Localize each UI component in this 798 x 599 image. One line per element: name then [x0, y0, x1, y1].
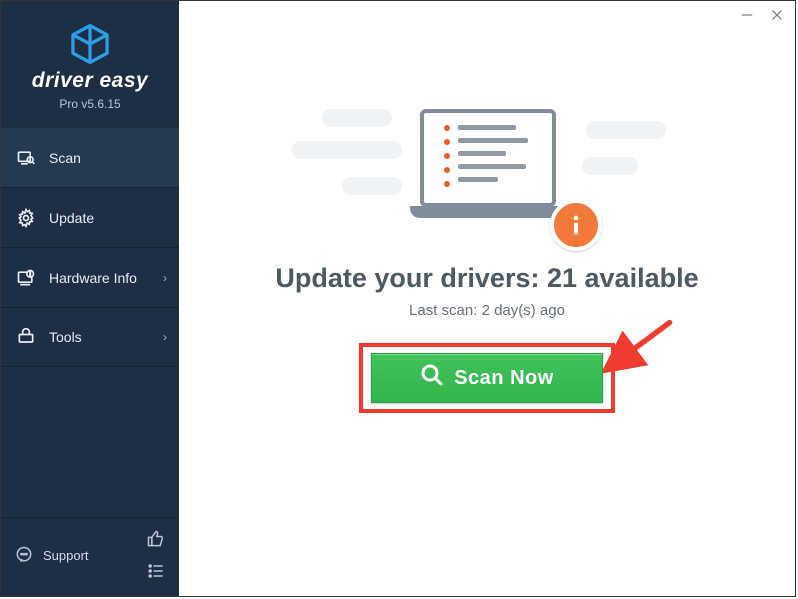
scan-now-button[interactable]: Scan Now [371, 353, 603, 403]
headline-prefix: Update your drivers: [275, 263, 547, 293]
brand-version: Pro v5.6.15 [59, 97, 120, 111]
tools-icon [15, 326, 37, 348]
annotation-arrow-icon [603, 317, 675, 375]
available-count: 21 [547, 263, 577, 293]
app-window: driver easy Pro v5.6.15 Scan [0, 0, 796, 597]
titlebar-controls [739, 7, 785, 23]
chevron-right-icon: › [163, 330, 167, 344]
headline-suffix: available [577, 263, 699, 293]
sidebar-item-label: Hardware Info [49, 270, 137, 286]
update-icon [15, 207, 37, 229]
sidebar: driver easy Pro v5.6.15 Scan [1, 1, 179, 596]
svg-text:i: i [30, 271, 31, 277]
brand-name: driver easy [32, 69, 148, 93]
sidebar-item-hardware-info[interactable]: i Hardware Info › [1, 247, 179, 307]
scan-highlight-box: Scan Now [359, 343, 615, 413]
thumbs-up-icon[interactable] [145, 528, 167, 550]
support-label[interactable]: Support [43, 548, 89, 563]
chevron-right-icon: › [163, 271, 167, 285]
last-scan-value: 2 day(s) ago [482, 302, 565, 319]
scan-icon [15, 147, 37, 169]
last-scan-text: Last scan: 2 day(s) ago [409, 302, 565, 319]
brand-logo-icon [69, 23, 111, 65]
sidebar-item-update[interactable]: Update [1, 187, 179, 247]
minimize-button[interactable] [739, 7, 755, 23]
main-panel: Update your drivers: 21 available Last s… [179, 1, 795, 596]
scan-now-label: Scan Now [454, 367, 554, 390]
sidebar-item-tools[interactable]: Tools › [1, 307, 179, 367]
sidebar-item-label: Scan [49, 150, 81, 166]
brand-block: driver easy Pro v5.6.15 [1, 1, 179, 127]
laptop-illustration [382, 101, 592, 241]
hardware-info-icon: i [15, 267, 37, 289]
sidebar-item-label: Update [49, 210, 94, 226]
sidebar-nav: Scan Update i Hardware [1, 127, 179, 367]
magnifier-icon [420, 363, 444, 393]
info-badge-icon [550, 199, 602, 251]
last-scan-prefix: Last scan: [409, 302, 482, 319]
chat-icon[interactable] [13, 544, 35, 566]
list-icon[interactable] [145, 560, 167, 582]
sidebar-item-scan[interactable]: Scan [1, 127, 179, 187]
close-button[interactable] [769, 7, 785, 23]
sidebar-footer: Support [1, 517, 179, 596]
headline: Update your drivers: 21 available [275, 263, 698, 294]
sidebar-item-label: Tools [49, 329, 82, 345]
